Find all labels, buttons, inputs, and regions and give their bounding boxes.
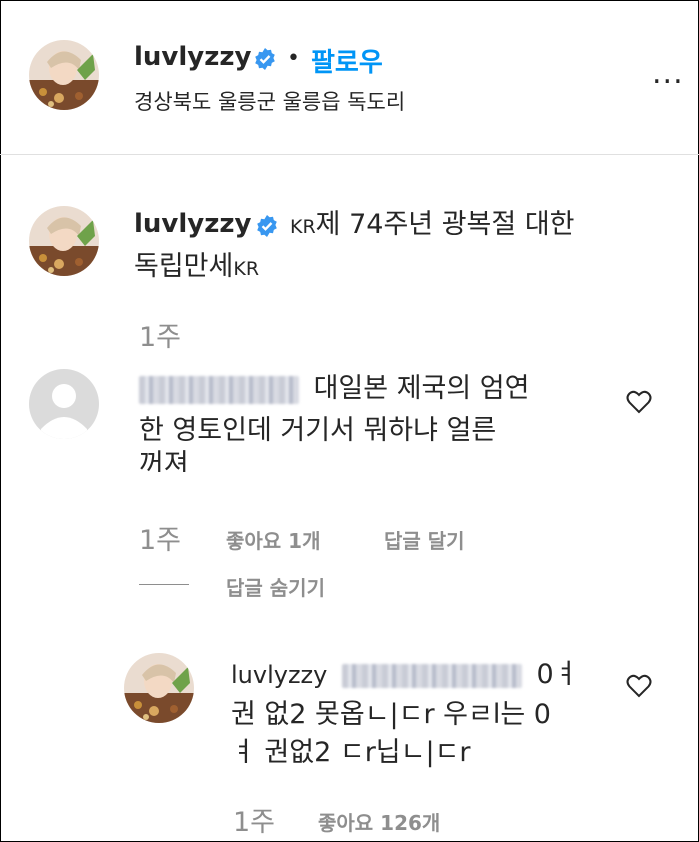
reply-like-heart-icon[interactable] (626, 674, 652, 702)
caption-avatar[interactable] (29, 206, 99, 276)
reply-avatar[interactable] (124, 653, 194, 723)
comment-text-line2: 한 영토인데 거기서 뭐하냐 얼른 (139, 415, 497, 446)
header-avatar[interactable] (29, 40, 99, 110)
more-options-icon[interactable]: ... (652, 56, 684, 91)
comment-likes[interactable]: 좋아요 1개 (226, 525, 320, 554)
comment-text-line3: 꺼져 (139, 449, 189, 472)
caption-time[interactable]: 1주 (139, 315, 181, 354)
blurred-username[interactable] (139, 375, 299, 404)
reply-button[interactable]: 답글 달기 (384, 525, 465, 554)
reply-line1: luvlyzzy 0ㅕ (231, 654, 579, 696)
header-username[interactable]: luvlyzzy (134, 42, 251, 72)
caption-text-main: 제 74주년 광복절 대한 (315, 209, 575, 240)
reply-line3: ㅕ 권없2 ㄷr닙ㄴ|ㄷr (231, 737, 471, 768)
caption-text-line2: 독립만세KR (134, 246, 259, 290)
replies-divider-line (139, 584, 189, 585)
comment-text-part1: 대일본 제국의 엄연 (313, 373, 530, 404)
follow-button[interactable]: 팔로우 (311, 42, 383, 79)
reply-text-part1: 0ㅕ (536, 659, 579, 690)
kr-flag-text-2: KR (233, 258, 260, 280)
reply-time[interactable]: 1주 (233, 800, 275, 839)
post-header: luvlyzzy • 팔로우 경상북도 울릉군 울릉읍 독도리 ... (0, 0, 699, 155)
kr-flag-text: KR (290, 216, 316, 238)
comment-time[interactable]: 1주 (139, 518, 181, 557)
caption-text-line1: KR제 74주년 광복절 대한 (290, 204, 575, 248)
blurred-mention[interactable] (341, 663, 522, 688)
comment-text-line1: 대일본 제국의 엄연 (139, 368, 529, 410)
caption-verified-icon (255, 214, 279, 242)
comment-avatar-default[interactable] (29, 369, 99, 439)
verified-badge-icon (253, 47, 277, 75)
like-heart-icon[interactable] (626, 390, 652, 418)
reply-username[interactable]: luvlyzzy (231, 661, 327, 689)
reply-line2: 권 없2 못옵ㄴ|ㄷr 우ㄹl는 0 (231, 699, 551, 730)
caption-username[interactable]: luvlyzzy (134, 209, 251, 239)
caption-text-cont: 독립만세 (134, 251, 234, 282)
hide-replies-button[interactable]: 답글 숨기기 (226, 572, 325, 601)
location-link[interactable]: 경상북도 울릉군 울릉읍 독도리 (134, 86, 405, 116)
header-separator: • (287, 46, 300, 71)
reply-likes[interactable]: 좋아요 126개 (318, 807, 440, 836)
